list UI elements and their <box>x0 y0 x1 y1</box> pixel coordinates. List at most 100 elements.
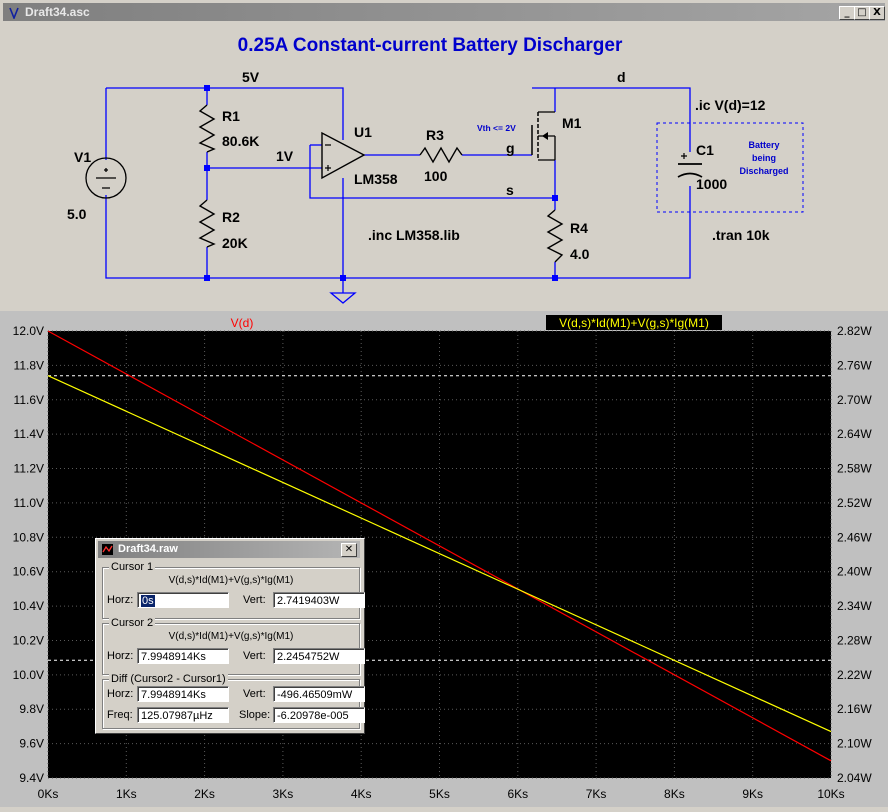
window-title: Draft34.asc <box>25 5 90 19</box>
r1-name: R1 <box>222 108 240 124</box>
left-tick-label: 9.4V <box>19 771 44 785</box>
m1-name: M1 <box>562 115 582 131</box>
x-tick-label: 8Ks <box>664 787 685 801</box>
ground-icon <box>329 292 357 304</box>
maximize-button[interactable]: □ <box>854 6 870 20</box>
window-titlebar[interactable]: Draft34.asc _ □ X <box>3 3 885 21</box>
ic-directive[interactable]: .ic V(d)=12 <box>695 97 766 113</box>
net-label-g: g <box>506 140 515 156</box>
cursor1-vert-label: Vert: <box>243 594 266 606</box>
x-tick-label: 2Ks <box>194 787 215 801</box>
u1-value: LM358 <box>354 171 398 187</box>
diff-vert-label: Vert: <box>243 688 266 700</box>
right-tick-label: 2.70W <box>837 393 872 407</box>
x-tick-label: 4Ks <box>351 787 372 801</box>
left-tick-label: 9.8V <box>19 702 44 716</box>
battery-note-3: Discharged <box>739 166 788 176</box>
wires <box>105 87 691 293</box>
cursor2-expression: V(d,s)*Id(M1)+V(g,s)*Ig(M1) <box>168 631 294 642</box>
minimize-button[interactable]: _ <box>839 6 855 20</box>
right-tick-label: 2.04W <box>837 771 872 785</box>
left-tick-label: 11.8V <box>14 358 44 372</box>
net-label-s: s <box>506 182 514 198</box>
inc-directive[interactable]: .inc LM358.lib <box>368 227 460 243</box>
mosfet-m1[interactable]: M1 Vth <= 2V <box>477 111 582 161</box>
left-tick-label: 11.6V <box>14 393 44 407</box>
voltage-source-v1[interactable]: V1 5.0 <box>67 149 127 222</box>
diff-vert-field[interactable]: -496.46509mW <box>273 686 365 702</box>
left-tick-label: 9.6V <box>19 737 44 751</box>
x-tick-label: 1Ks <box>116 787 137 801</box>
x-tick-label: 7Ks <box>586 787 607 801</box>
r2-name: R2 <box>222 209 240 225</box>
u1-name: U1 <box>354 124 372 140</box>
left-tick-label: 10.4V <box>13 599 44 613</box>
cursor-dialog-titlebar[interactable]: Draft34.raw ✕ <box>98 541 360 558</box>
x-tick-label: 5Ks <box>429 787 450 801</box>
cursor-dialog[interactable]: Draft34.raw ✕ Cursor 1 V(d,s)*Id(M1)+V(g… <box>95 538 365 734</box>
diff-slope-field[interactable]: -6.20978e-005 <box>273 707 365 723</box>
right-tick-label: 2.82W <box>837 324 872 338</box>
capacitor-c1[interactable]: C1 1000 <box>677 142 727 192</box>
diff-horz-field[interactable]: 7.9948914Ks <box>137 686 229 702</box>
tran-directive[interactable]: .tran 10k <box>712 227 770 243</box>
right-tick-label: 2.16W <box>837 702 872 716</box>
x-tick-label: 0Ks <box>38 787 59 801</box>
left-tick-label: 10.6V <box>13 565 44 579</box>
x-tick-label: 3Ks <box>273 787 294 801</box>
r4-name: R4 <box>570 220 588 236</box>
cursor2-group: Cursor 2 V(d,s)*Id(M1)+V(g,s)*Ig(M1) Hor… <box>102 617 365 675</box>
diff-label: Diff (Cursor2 - Cursor1) <box>109 673 228 685</box>
left-tick-label: 11.2V <box>14 462 44 476</box>
cursor-dialog-close-button[interactable]: ✕ <box>341 543 357 557</box>
right-tick-label: 2.28W <box>837 633 872 647</box>
x-tick-label: 6Ks <box>507 787 528 801</box>
left-tick-label: 11.0V <box>14 496 44 510</box>
cursor2-horz-label: Horz: <box>107 650 134 662</box>
left-tick-label: 10.2V <box>13 633 44 647</box>
cursor1-label: Cursor 1 <box>109 561 156 573</box>
diff-freq-field[interactable]: 125.07987µHz <box>137 707 229 723</box>
cursor1-vert-field[interactable]: 2.7419403W <box>273 592 365 608</box>
diff-horz-label: Horz: <box>107 688 134 700</box>
left-tick-label: 11.4V <box>14 427 44 441</box>
schematic-title: 0.25A Constant-current Battery Discharge… <box>238 35 623 56</box>
diff-slope-label: Slope: <box>239 709 271 721</box>
right-tick-label: 2.34W <box>837 599 872 613</box>
waveform-icon <box>102 544 113 555</box>
net-label-1v: 1V <box>276 148 294 164</box>
resistor-r2[interactable]: R2 20K <box>198 199 248 251</box>
legend-series-vd[interactable]: V(d) <box>231 316 254 330</box>
right-tick-label: 2.64W <box>837 427 872 441</box>
c1-name: C1 <box>696 142 714 158</box>
cursor1-horz-value: 0s <box>141 595 155 607</box>
schematic-canvas[interactable]: 0.25A Constant-current Battery Discharge… <box>4 24 884 310</box>
v1-name: V1 <box>74 149 91 165</box>
right-tick-label: 2.10W <box>837 737 872 751</box>
resistor-r4[interactable]: R4 4.0 <box>546 209 590 263</box>
right-tick-label: 2.40W <box>837 565 872 579</box>
right-tick-label: 2.22W <box>837 668 872 682</box>
right-tick-label: 2.52W <box>837 496 872 510</box>
left-tick-label: 10.0V <box>13 668 44 682</box>
legend-series-power[interactable]: V(d,s)*Id(M1)+V(g,s)*Ig(M1) <box>559 316 709 330</box>
resistor-r1[interactable]: R1 80.6K <box>198 104 259 153</box>
cursor1-horz-field[interactable]: 0s <box>137 592 229 608</box>
cursor2-label: Cursor 2 <box>109 617 156 629</box>
right-tick-label: 2.58W <box>837 462 872 476</box>
cursor2-vert-field[interactable]: 2.2454752W <box>273 648 365 664</box>
cursor1-group: Cursor 1 V(d,s)*Id(M1)+V(g,s)*Ig(M1) Hor… <box>102 561 365 619</box>
x-tick-label: 10Ks <box>817 787 844 801</box>
diff-group: Diff (Cursor2 - Cursor1) Horz: 7.9948914… <box>102 673 365 729</box>
c1-value: 1000 <box>696 176 727 192</box>
cursor2-horz-field[interactable]: 7.9948914Ks <box>137 648 229 664</box>
cursor-dialog-title: Draft34.raw <box>118 543 178 555</box>
close-button[interactable]: X <box>869 6 885 20</box>
schematic-window: Draft34.asc _ □ X 0.25A Constant-current… <box>0 0 888 311</box>
v1-value: 5.0 <box>67 206 87 222</box>
resistor-r3[interactable]: R3 100 <box>419 127 463 184</box>
r1-value: 80.6K <box>222 133 259 149</box>
r4-value: 4.0 <box>570 246 590 262</box>
cursor1-expression: V(d,s)*Id(M1)+V(g,s)*Ig(M1) <box>168 575 294 586</box>
battery-note-2: being <box>752 153 776 163</box>
